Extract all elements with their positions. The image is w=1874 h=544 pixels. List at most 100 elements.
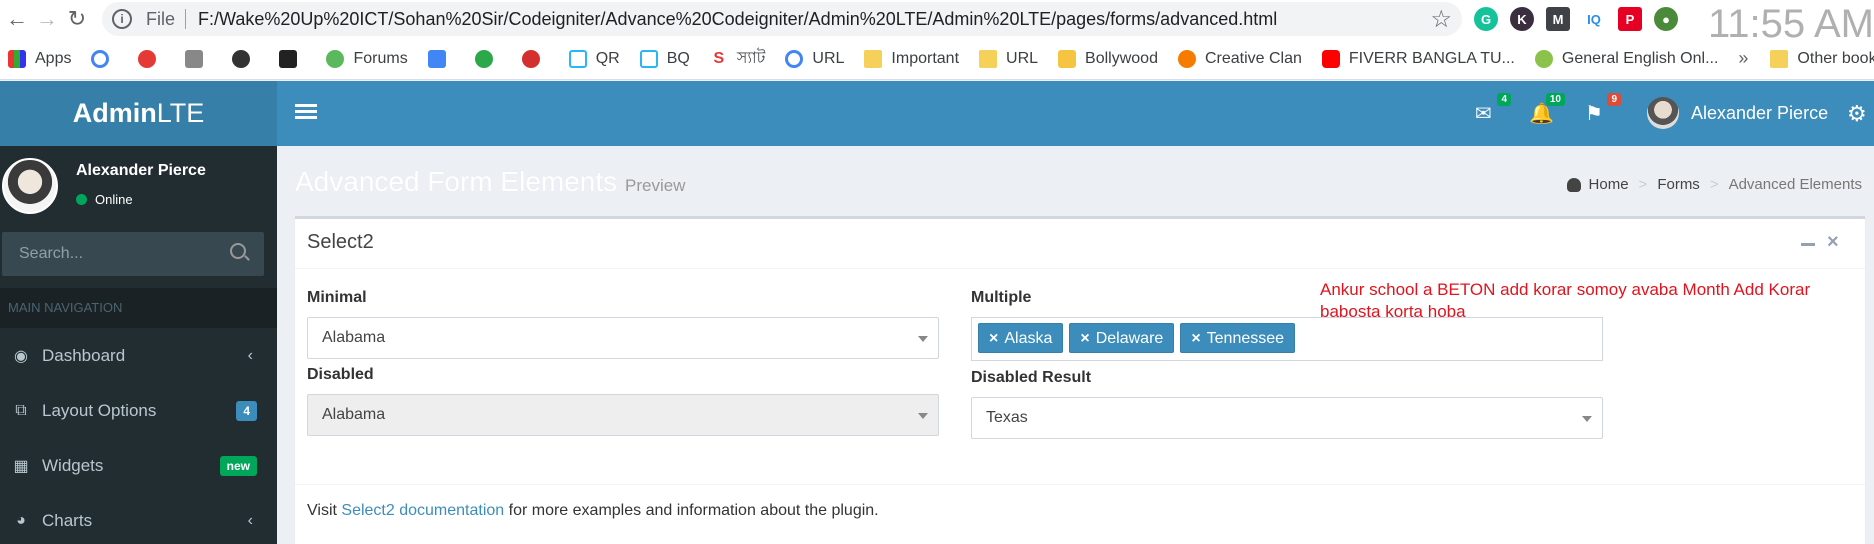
remove-tag-icon[interactable]: × [989, 330, 998, 347]
bookmark-spiral[interactable] [232, 49, 259, 68]
disabled-value: Alabama [322, 406, 386, 423]
minus-icon[interactable] [1801, 243, 1815, 246]
app-logo[interactable]: Admin LTE [0, 81, 277, 146]
url-text[interactable]: F:/Wake%20Up%20ICT/Sohan%20Sir/Codeignit… [198, 9, 1277, 30]
google-icon [91, 49, 110, 68]
bookmark-url-folder[interactable]: URL [979, 49, 1038, 68]
bookmark-creative-clan[interactable]: Creative Clan [1177, 49, 1302, 68]
remove-tag-icon[interactable]: × [1191, 330, 1200, 347]
reload-icon[interactable]: ↻ [62, 4, 92, 34]
iq-extension-icon[interactable]: IQ [1582, 7, 1606, 31]
multiple-select[interactable]: × Alaska × Delaware × Tennessee [971, 317, 1603, 361]
annotation-note: Ankur school a BETON add korar somoy ava… [1320, 280, 1811, 321]
close-icon[interactable]: × [1827, 231, 1839, 254]
sidebar-item-label: Widgets [42, 455, 104, 475]
gears-icon[interactable]: ⚙ [1847, 101, 1867, 127]
bookmark-qr[interactable]: QR [568, 49, 620, 68]
info-icon[interactable]: i [112, 9, 132, 29]
tag-tennessee[interactable]: × Tennessee [1180, 323, 1296, 353]
sidebar-item-widgets[interactable]: ▦ Widgets new [0, 438, 277, 493]
grammarly-icon[interactable]: G [1474, 7, 1498, 31]
forums-icon [326, 49, 345, 68]
sidebar-search [2, 232, 265, 276]
search-icon[interactable] [230, 243, 246, 259]
sidebar-item-charts[interactable]: ◕ Charts ‹ [0, 493, 277, 544]
sidebar-item-label: Layout Options [42, 400, 157, 420]
footer-suffix: for more examples and information about … [508, 502, 879, 519]
tag-label: Delaware [1095, 330, 1164, 347]
bookmark-feather[interactable] [279, 49, 306, 68]
bookmark-bq[interactable]: BQ [639, 49, 690, 68]
folder-icon [864, 49, 883, 68]
address-divider [185, 9, 187, 29]
content-wrapper: Advanced Form Elements Preview Home > Fo… [277, 146, 1874, 544]
minimal-label: Minimal [307, 289, 367, 306]
forward-arrow-icon[interactable]: → [32, 4, 62, 34]
layout-badge: 4 [236, 400, 257, 421]
feather-icon [279, 49, 298, 68]
box-header: Select2 × [295, 219, 1865, 269]
disabled-result-select[interactable]: Texas [971, 397, 1603, 439]
fi-icon [474, 49, 493, 68]
m-extension-icon[interactable]: M [1546, 7, 1570, 31]
sidebar-item-layout-options[interactable]: ⧉ Layout Options 4 [0, 383, 277, 438]
bookmark-sat[interactable]: S স্যাট [709, 45, 765, 72]
breadcrumb-forms[interactable]: Forms [1657, 176, 1700, 193]
remove-tag-icon[interactable]: × [1080, 330, 1089, 347]
messages-button[interactable]: ✉ 4 [1475, 93, 1511, 127]
bookmark-label: Forums [353, 49, 408, 67]
search-input[interactable] [2, 232, 264, 276]
bookmark-google[interactable] [91, 49, 118, 68]
bq-icon [639, 49, 658, 68]
bookmark-chart[interactable] [185, 49, 212, 68]
files-icon: ⧉ [15, 401, 27, 419]
logo-bold: Admin [72, 98, 157, 128]
bookmark-label: Apps [35, 49, 72, 67]
bookmark-apps[interactable]: Apps [8, 49, 72, 68]
g-green-icon [1534, 49, 1553, 68]
minimal-value: Alabama [322, 329, 386, 346]
bookmark-general-english[interactable]: General English Onl... [1534, 49, 1718, 68]
browser-toolbar: ← → ↻ i File F:/Wake%20Up%20ICT/Sohan%20… [0, 0, 1874, 46]
select2-box: Select2 × Minimal Alabama Disabled Alaba… [295, 216, 1865, 544]
online-dot-icon [76, 194, 87, 205]
bookmark-fi[interactable] [474, 49, 502, 68]
bookmark-stripes[interactable] [521, 49, 549, 68]
bookmarks-bar: Apps Forums QR BQ S স্যাট URL Important U… [0, 38, 1874, 80]
sidebar-item-label: Charts [42, 510, 93, 530]
notifications-button[interactable]: 🔔 10 [1529, 93, 1565, 127]
sidebar-item-dashboard[interactable]: ◉ Dashboard ‹ [0, 328, 277, 383]
bookmark-label: Important [891, 49, 960, 67]
bookmark-forums[interactable]: Forums [326, 49, 408, 68]
breadcrumb-home[interactable]: Home [1589, 176, 1629, 193]
caret-down-icon [1582, 416, 1592, 422]
bookmarks-overflow[interactable]: » [1738, 48, 1748, 69]
address-bar[interactable]: i File F:/Wake%20Up%20ICT/Sohan%20Sir/Co… [102, 2, 1462, 36]
avatar [2, 158, 58, 214]
minimal-select[interactable]: Alabama [307, 317, 939, 359]
bookmark-star-icon[interactable]: ☆ [1430, 5, 1452, 34]
bookmark-red-icon[interactable] [138, 49, 165, 68]
sidebar-toggle-icon[interactable] [295, 101, 317, 125]
tasks-badge: 9 [1607, 93, 1621, 106]
bookmark-translate[interactable] [427, 49, 455, 68]
tag-delaware[interactable]: × Delaware [1069, 323, 1175, 353]
spiral-icon [232, 49, 251, 68]
status-text: Online [95, 192, 133, 207]
avatar [1647, 97, 1679, 129]
bookmark-bollywood[interactable]: Bollywood [1058, 49, 1158, 68]
globe-extension-icon[interactable]: ● [1654, 7, 1678, 31]
user-menu[interactable]: Alexander Pierce [1647, 97, 1828, 129]
chart-bars-icon [185, 49, 204, 68]
tasks-button[interactable]: ⚑ 9 [1585, 93, 1621, 127]
back-arrow-icon[interactable]: ← [2, 4, 32, 34]
pinterest-icon[interactable]: P [1618, 7, 1642, 31]
tag-alaska[interactable]: × Alaska [978, 323, 1064, 353]
select2-docs-link[interactable]: Select2 documentation [341, 502, 504, 519]
bookmark-important[interactable]: Important [864, 49, 960, 68]
k-extension-icon[interactable]: K [1510, 7, 1534, 31]
bookmark-fiverr[interactable]: FIVERR BANGLA TU... [1321, 49, 1515, 68]
other-bookmarks[interactable]: Other bookmarks [1770, 49, 1874, 68]
box-title: Select2 [307, 231, 374, 253]
bookmark-url-google[interactable]: URL [785, 49, 844, 68]
